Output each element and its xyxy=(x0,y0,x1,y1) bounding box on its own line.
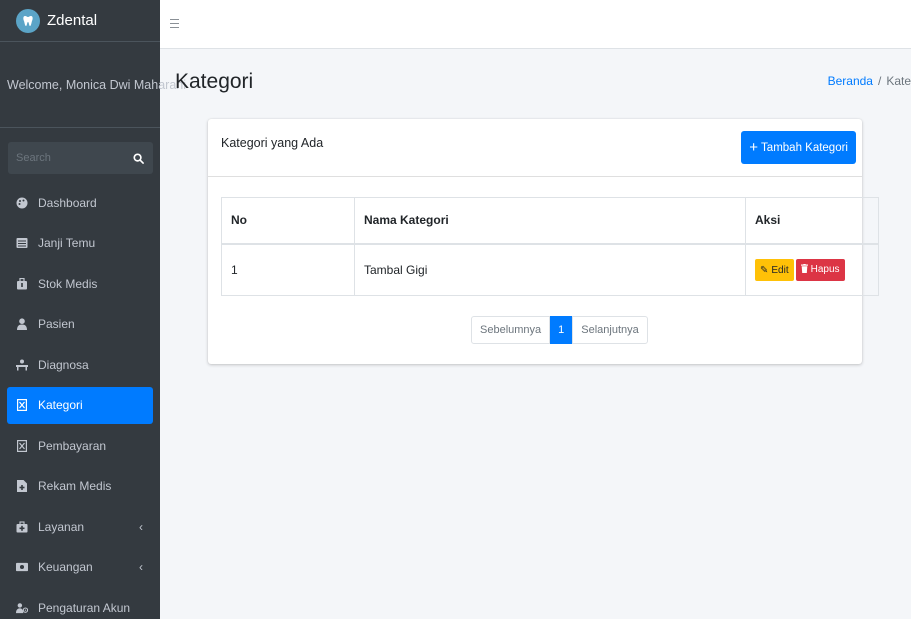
sidebar-item-keuangan[interactable]: Keuangan ‹ xyxy=(7,549,153,587)
search-icon xyxy=(132,152,144,164)
card-header: Kategori yang Ada + Tambah Kategori xyxy=(208,119,862,177)
procedures-icon xyxy=(16,359,28,371)
plus-icon: + xyxy=(749,139,759,156)
table-row: 1 Tambal Gigi ✎ Edit Hapus xyxy=(221,243,879,296)
table-header-row: No Nama Kategori Aksi xyxy=(221,197,879,245)
file-medical-icon xyxy=(16,480,28,493)
card-title: Kategori yang Ada xyxy=(221,136,324,150)
edit-label: Edit xyxy=(771,264,789,276)
brand-name: Zdental xyxy=(47,12,98,29)
missing-glyph-icon xyxy=(16,439,28,452)
table-wrapper: No Nama Kategori Aksi 1 Tambal Gigi ✎ Ed… xyxy=(221,197,879,296)
sidebar-item-label: Kategori xyxy=(38,398,83,413)
missing-glyph-icon xyxy=(16,399,28,412)
tooth-logo-icon xyxy=(16,8,40,33)
column-header-no: No xyxy=(221,197,355,245)
sidebar-item-label: Janji Temu xyxy=(38,236,96,251)
column-header-aksi: Aksi xyxy=(745,197,879,245)
sidebar-item-pembayaran[interactable]: Pembayaran xyxy=(7,427,153,465)
medkit-icon xyxy=(16,521,28,533)
sidebar-item-kategori[interactable]: Kategori xyxy=(7,386,153,424)
sidebar-item-label: Diagnosa xyxy=(38,357,89,372)
breadcrumb: Beranda / Kate xyxy=(828,74,911,88)
sidebar-item-label: Layanan xyxy=(38,519,85,534)
add-kategori-button[interactable]: + Tambah Kategori xyxy=(741,131,856,164)
sidebar-item-label: Stok Medis xyxy=(38,276,98,291)
sidebar-item-rekam-medis[interactable]: Rekam Medis xyxy=(7,468,153,506)
sidebar: Zdental Welcome, Monica Dwi Maharani Das… xyxy=(0,0,186,619)
page-title: Kategori xyxy=(175,70,254,93)
sidebar-item-pasien[interactable]: Pasien xyxy=(7,306,153,344)
sidebar-item-label: Dashboard xyxy=(38,195,97,210)
pagination-prev-button[interactable]: Sebelumnya xyxy=(471,316,551,344)
toolbox-icon xyxy=(16,277,28,290)
money-icon xyxy=(16,561,28,573)
users-cog-icon xyxy=(16,602,28,614)
menu-toggle-icon[interactable] xyxy=(170,16,179,30)
chevron-left-icon: ‹ xyxy=(139,519,143,534)
sidebar-search xyxy=(8,142,153,174)
sidebar-nav: Dashboard Janji Temu Stok Medis Pasien D… xyxy=(0,184,160,619)
sidebar-item-label: Keuangan xyxy=(38,560,93,575)
column-header-nama-kategori: Nama Kategori xyxy=(354,197,746,245)
chevron-left-icon: ‹ xyxy=(139,560,143,575)
user-welcome[interactable]: Welcome, Monica Dwi Maharani xyxy=(7,78,186,92)
user-icon xyxy=(16,318,28,331)
sidebar-item-janji-temu[interactable]: Janji Temu xyxy=(7,225,153,263)
sidebar-item-stok-medis[interactable]: Stok Medis xyxy=(7,265,153,303)
list-icon xyxy=(16,237,28,249)
trash-icon xyxy=(800,263,808,276)
edit-icon: ✎ xyxy=(760,264,769,276)
sidebar-item-diagnosa[interactable]: Diagnosa xyxy=(7,346,153,384)
sidebar-item-dashboard[interactable]: Dashboard xyxy=(7,184,153,222)
pagination-page-current[interactable]: 1 xyxy=(550,316,573,344)
breadcrumb-separator: / xyxy=(877,74,882,88)
sidebar-item-label: Pembayaran xyxy=(38,438,107,453)
pagination-next-button[interactable]: Selanjutnya xyxy=(572,316,648,344)
kategori-table: No Nama Kategori Aksi 1 Tambal Gigi ✎ Ed… xyxy=(221,197,879,296)
breadcrumb-home-link[interactable]: Beranda xyxy=(828,74,873,88)
cell-aksi: ✎ Edit Hapus xyxy=(745,243,879,296)
sidebar-item-pengaturan-akun[interactable]: Pengaturan Akun xyxy=(7,589,153,619)
delete-label: Hapus xyxy=(810,264,840,275)
top-navbar xyxy=(160,0,911,49)
sidebar-item-label: Pasien xyxy=(38,317,75,332)
search-button[interactable] xyxy=(123,142,153,174)
cell-no: 1 xyxy=(221,243,355,296)
cell-nama-kategori: Tambal Gigi xyxy=(354,243,746,296)
brand-link[interactable]: Zdental xyxy=(0,0,160,42)
sidebar-item-layanan[interactable]: Layanan ‹ xyxy=(7,508,153,546)
search-input[interactable] xyxy=(8,142,123,174)
add-kategori-label: Tambah Kategori xyxy=(761,141,848,154)
palette-icon xyxy=(16,197,28,209)
sidebar-item-label: Pengaturan Akun xyxy=(38,600,131,615)
sidebar-item-label: Rekam Medis xyxy=(38,479,112,494)
breadcrumb-current: Kate xyxy=(886,74,911,88)
user-panel[interactable]: Welcome, Monica Dwi Maharani xyxy=(0,42,186,128)
delete-button[interactable]: Hapus xyxy=(795,258,845,281)
pagination: Sebelumnya 1 Selanjutnya xyxy=(471,316,648,344)
edit-button[interactable]: ✎ Edit xyxy=(755,259,794,281)
